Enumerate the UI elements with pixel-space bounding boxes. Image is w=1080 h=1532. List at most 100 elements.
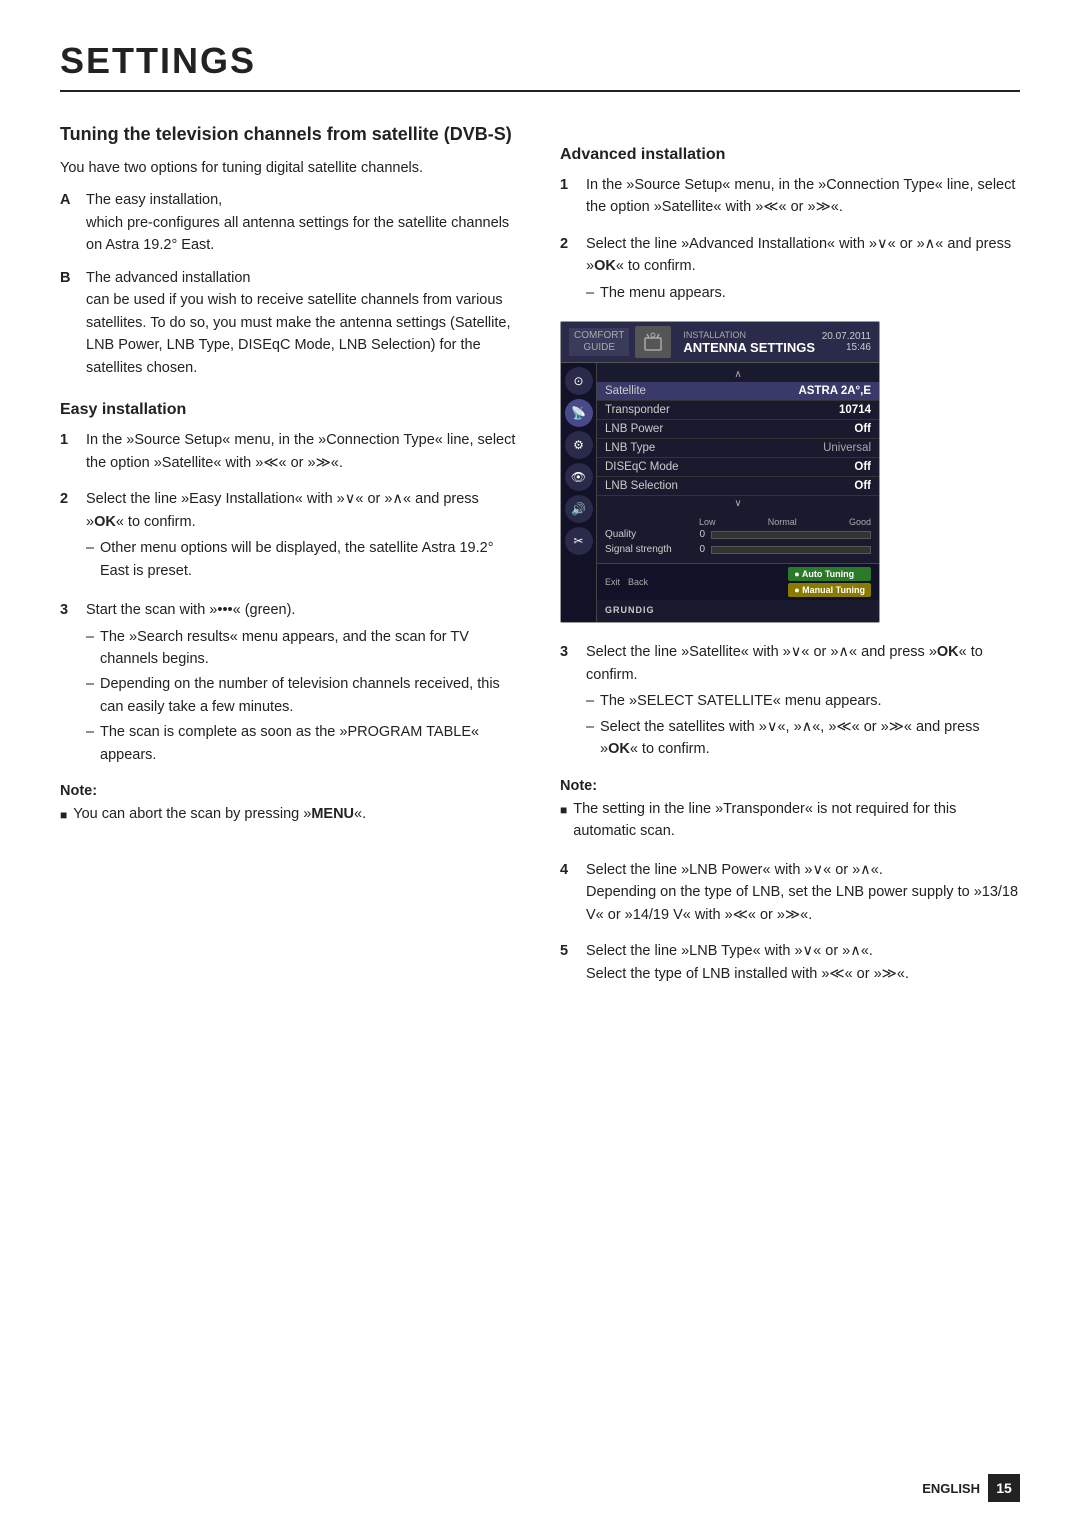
adv-note-bullet: ■ (560, 801, 567, 843)
scale-normal: Normal (768, 517, 797, 527)
easy-step-2-bullets: Other menu options will be displayed, th… (86, 537, 520, 582)
easy-install-heading: Easy installation (60, 401, 520, 419)
easy-note-content: ■ You can abort the scan by pressing »ME… (60, 803, 520, 825)
tv-screenshot: COMFORT GUIDE INSTALLA (560, 321, 880, 623)
tv-btn-auto: ● Auto Tuning (788, 567, 871, 581)
tv-row-satellite-value: ASTRA 2A°,E (798, 385, 871, 397)
option-a-content: The easy installation, which pre-configu… (86, 189, 520, 256)
tv-icon-1: ⊙ (565, 367, 593, 395)
advanced-note-label: Note: (560, 778, 1020, 794)
tv-row-satellite-label: Satellite (605, 385, 646, 397)
tv-btn-manual: ● Manual Tuning (788, 583, 871, 597)
tv-footer-nav: Exit Back (605, 577, 648, 587)
tv-row-lnb-power-value: Off (854, 423, 871, 435)
tv-content: ∧ Satellite ASTRA 2A°,E Transponder 1071… (597, 363, 879, 622)
easy-step-3: 3 Start the scan with »•••« (green). The… (60, 599, 520, 769)
tv-row-transponder-value: 10714 (839, 404, 871, 416)
advanced-note-content: ■ The setting in the line »Transponder« … (560, 798, 1020, 843)
tv-sidebar: ⊙ 📡 ⚙ 👁 🔊 ✂ (561, 363, 597, 622)
scale-low: Low (699, 517, 716, 527)
tv-footer: Exit Back ● Auto Tuning ● Manual Tuning (597, 563, 879, 600)
adv-step-1-content: In the »Source Setup« menu, in the »Conn… (586, 174, 1020, 219)
option-a: A The easy installation, which pre-confi… (60, 189, 520, 256)
adv-step-2: 2 Select the line »Advanced Installation… (560, 233, 1020, 307)
tv-strength-label: Signal strength (605, 544, 685, 555)
option-b: B The advanced installation can be used … (60, 267, 520, 379)
easy-install-note: Note: ■ You can abort the scan by pressi… (60, 783, 520, 825)
tv-installation-label: INSTALLATION (683, 330, 815, 340)
grundig-text: GRUNDIG (605, 605, 655, 615)
tv-row-lnb-sel-label: LNB Selection (605, 480, 678, 492)
tv-row-transponder: Transponder 10714 (597, 401, 879, 420)
tv-row-lnb-type-label: LNB Type (605, 442, 655, 454)
tv-guide-box: COMFORT GUIDE (569, 328, 629, 356)
adv-step-1: 1 In the »Source Setup« menu, in the »Co… (560, 174, 1020, 219)
intro-text: You have two options for tuning digital … (60, 157, 520, 179)
tv-antenna-icon (635, 326, 671, 358)
page-title: SETTINGS (60, 40, 1020, 92)
tv-row-diseqc: DISEqC Mode Off (597, 458, 879, 477)
tv-row-diseqc-value: Off (854, 461, 871, 473)
easy-step-3-bullet-3: The scan is complete as soon as the »PRO… (86, 721, 520, 766)
tv-chevron-up: ∧ (597, 367, 879, 382)
tv-datetime: 20.07.2011 15:46 (822, 331, 871, 353)
footer-page-number: 15 (988, 1474, 1020, 1502)
tv-strength-val: 0 (691, 544, 705, 555)
tv-quality-bar (711, 531, 871, 539)
tv-date: 20.07.2011 (822, 331, 871, 342)
adv-step-3-bullets: The »SELECT SATELLITE« menu appears. Sel… (586, 690, 1020, 760)
adv-step-2-content: Select the line »Advanced Installation« … (586, 233, 1020, 307)
footer-language: ENGLISH (922, 1481, 980, 1496)
right-column: Advanced installation 1 In the »Source S… (560, 124, 1020, 999)
tv-footer-back: Back (628, 577, 648, 587)
easy-step-3-bullet-2: Depending on the number of television ch… (86, 673, 520, 718)
adv-step-5-content: Select the line »LNB Type« with »∨« or »… (586, 940, 1020, 985)
option-b-subtext: can be used if you wish to receive satel… (86, 292, 511, 375)
page-footer: ENGLISH 15 (922, 1474, 1020, 1502)
adv-step-5: 5 Select the line »LNB Type« with »∨« or… (560, 940, 1020, 985)
tv-strength-bar (711, 546, 871, 554)
adv-step-4: 4 Select the line »LNB Power« with »∨« o… (560, 859, 1020, 926)
tv-row-lnb-sel: LNB Selection Off (597, 477, 879, 496)
advanced-steps-3: 4 Select the line »LNB Power« with »∨« o… (560, 859, 1020, 985)
left-column: Tuning the television channels from sate… (60, 124, 520, 999)
adv-step-3-content: Select the line »Satellite« with »∨« or … (586, 641, 1020, 763)
easy-step-3-content: Start the scan with »•••« (green). The »… (86, 599, 520, 769)
option-b-label: B (60, 267, 76, 379)
tv-header: COMFORT GUIDE INSTALLA (561, 322, 879, 363)
tv-title-area: INSTALLATION ANTENNA SETTINGS (677, 330, 815, 355)
tv-time-val: 15:46 (822, 342, 871, 353)
tv-icon-3: ⚙ (565, 431, 593, 459)
option-a-subtext: which pre-configures all antenna setting… (86, 215, 509, 253)
adv-step-3-bullet-2: Select the satellites with »∨«, »∧«, »≪«… (586, 716, 1020, 761)
easy-step-2-bullet-1: Other menu options will be displayed, th… (86, 537, 520, 582)
content-columns: Tuning the television channels from sate… (60, 124, 1020, 999)
option-b-content: The advanced installation can be used if… (86, 267, 520, 379)
advanced-steps-2: 3 Select the line »Satellite« with »∨« o… (560, 641, 1020, 763)
easy-step-2-content: Select the line »Easy Installation« with… (86, 488, 520, 585)
advanced-steps-1: 1 In the »Source Setup« menu, in the »Co… (560, 174, 1020, 307)
scale-good: Good (849, 517, 871, 527)
adv-step-4-content: Select the line »LNB Power« with »∨« or … (586, 859, 1020, 926)
tv-icon-5: 🔊 (565, 495, 593, 523)
tv-body: ⊙ 📡 ⚙ 👁 🔊 ✂ ∧ Satellite ASTRA 2A°,E (561, 363, 879, 622)
easy-step-2: 2 Select the line »Easy Installation« wi… (60, 488, 520, 585)
tv-signal-scale: Low Normal Good (605, 517, 871, 529)
easy-note-label: Note: (60, 783, 520, 799)
tv-quality-val: 0 (691, 529, 705, 540)
easy-step-3-bullets: The »Search results« menu appears, and t… (86, 626, 520, 767)
tv-guide-label2: GUIDE (574, 342, 624, 354)
tv-signal-area: Low Normal Good Quality 0 (597, 511, 879, 563)
tv-icon-4: 👁 (565, 463, 593, 491)
easy-note-text: You can abort the scan by pressing »MENU… (73, 803, 366, 825)
tv-row-lnb-power: LNB Power Off (597, 420, 879, 439)
adv-step-3: 3 Select the line »Satellite« with »∨« o… (560, 641, 1020, 763)
tv-footer-exit: Exit (605, 577, 620, 587)
tv-grundig-logo: GRUNDIG (597, 600, 879, 618)
adv-step-3-bullet-1: The »SELECT SATELLITE« menu appears. (586, 690, 1020, 712)
tv-chevron-down: ∨ (597, 496, 879, 511)
page: SETTINGS Tuning the television channels … (0, 0, 1080, 1532)
option-a-label: A (60, 189, 76, 256)
tv-row-lnb-type: LNB Type Universal (597, 439, 879, 458)
tv-header-left: COMFORT GUIDE INSTALLA (569, 326, 815, 358)
